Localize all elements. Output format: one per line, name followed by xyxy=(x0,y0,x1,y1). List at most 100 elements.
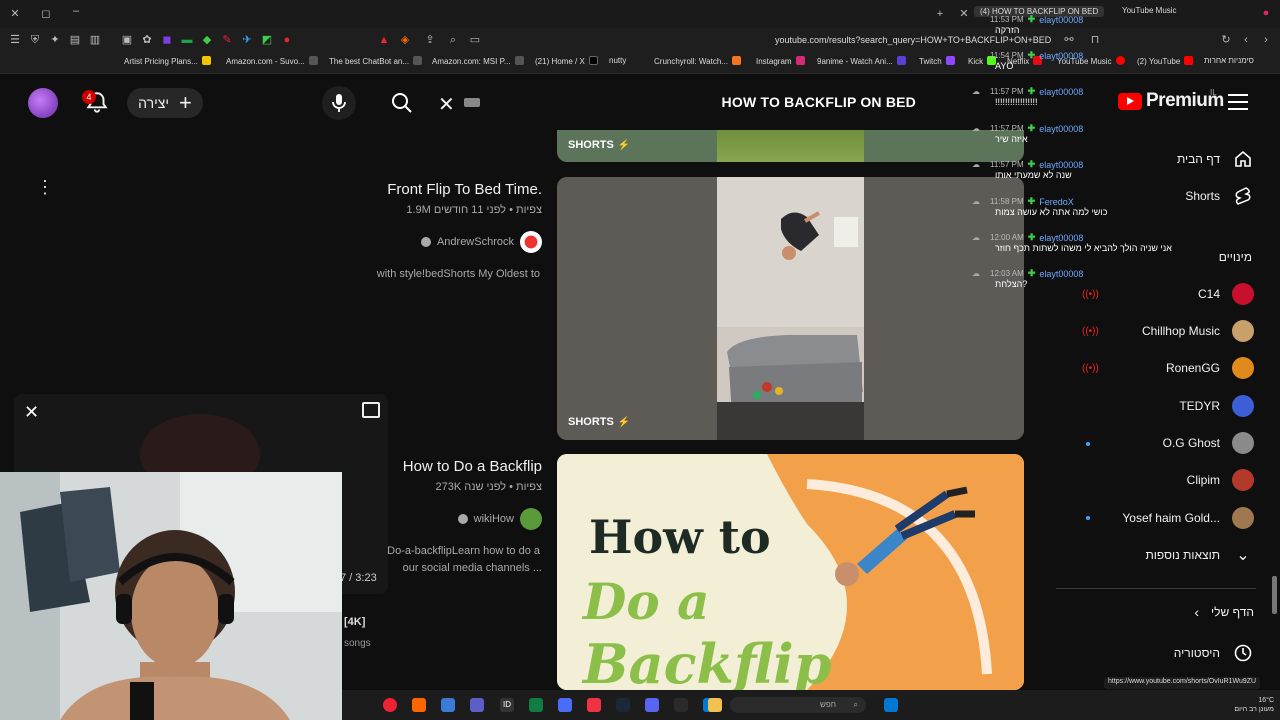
bookmark-item[interactable]: Crunchyroll: Watch... xyxy=(654,56,741,66)
extension-icon[interactable]: ✈ xyxy=(241,34,253,46)
bookmark-item[interactable]: nutty xyxy=(609,56,626,65)
sidebar-item-shorts[interactable]: Shorts xyxy=(1185,185,1254,207)
show-more-button[interactable]: תוצאות נוספות ⌄ xyxy=(1146,544,1255,566)
chat-avatar-icon: ☁ xyxy=(972,197,980,206)
subscription-item[interactable]: O.G Ghost xyxy=(1163,432,1254,454)
subscription-item[interactable]: C14 xyxy=(1198,283,1254,305)
bookmark-item[interactable]: 9anime - Watch Ani... xyxy=(817,56,906,66)
search-button[interactable] xyxy=(374,86,430,120)
bookmark-item[interactable]: Twitch xyxy=(919,56,955,66)
expand-miniplayer-icon[interactable] xyxy=(362,402,380,418)
reload-icon[interactable]: ↻ xyxy=(1220,34,1232,46)
voice-search-button[interactable] xyxy=(322,86,356,120)
shield-icon[interactable]: ⛨ xyxy=(29,34,41,46)
keyboard-icon[interactable] xyxy=(464,98,480,107)
warning-icon[interactable]: ▲ xyxy=(378,34,390,46)
video-description: our social media channels ... xyxy=(402,562,542,574)
tab-close-icon[interactable]: ✕ xyxy=(958,8,970,20)
search-input[interactable]: ✕ HOW TO BACKFLIP ON BED xyxy=(430,86,930,120)
subscription-item[interactable]: TEDYR xyxy=(1179,395,1254,417)
plus-icon: + xyxy=(178,90,192,115)
video-title[interactable]: Front Flip To Bed Time. xyxy=(387,181,542,198)
sidebar-toggle-icon[interactable]: ☰ xyxy=(9,34,21,46)
channel-avatar[interactable] xyxy=(520,508,542,530)
brave-icon[interactable] xyxy=(412,698,426,712)
extension-icon[interactable]: ▣ xyxy=(121,34,133,46)
video-title[interactable]: How to Do a Backflip xyxy=(403,458,542,475)
bookmark-item[interactable]: (21) Home / X xyxy=(535,56,598,66)
bookmark-item[interactable]: Instagram xyxy=(756,56,805,66)
address-bar[interactable]: youtube.com/results?search_query=HOW+TO+… xyxy=(775,35,1051,45)
link-icon[interactable]: ⚯ xyxy=(1063,34,1075,46)
live-icon: ((•)) xyxy=(1082,363,1099,374)
forward-icon[interactable]: › xyxy=(1260,34,1272,46)
sidebar-item-home[interactable]: דף הבית xyxy=(1177,148,1254,170)
clear-search-icon[interactable]: ✕ xyxy=(438,92,455,117)
teams-icon[interactable] xyxy=(470,698,484,712)
sidebar-item-you[interactable]: ‹ הדף שלי xyxy=(1194,604,1254,620)
xbox-icon[interactable] xyxy=(529,698,543,712)
discord-icon[interactable] xyxy=(645,698,659,712)
subscription-item[interactable]: Chillhop Music xyxy=(1142,320,1254,342)
tabs-icon[interactable]: ▤ xyxy=(69,34,81,46)
scrollbar[interactable] xyxy=(1272,576,1277,614)
more-options-icon[interactable]: ⋮ xyxy=(36,178,54,196)
extension-icon[interactable]: ● xyxy=(281,34,293,46)
sidebar-item-history[interactable]: היסטוריה xyxy=(1174,642,1254,664)
steam-icon[interactable] xyxy=(616,698,630,712)
minimize-icon[interactable]: – xyxy=(70,5,82,17)
windows-start-icon[interactable] xyxy=(884,698,898,712)
shorts-badge: SHORTS ⚡ xyxy=(568,416,631,428)
subscription-avatar xyxy=(1232,432,1254,454)
channel-link[interactable]: wikiHow xyxy=(457,508,542,530)
new-tab-icon[interactable]: + xyxy=(934,8,946,20)
video-thumbnail[interactable] xyxy=(557,177,1024,440)
video-thumbnail[interactable]: How to Do a Backflip xyxy=(557,454,1024,690)
close-miniplayer-icon[interactable]: ✕ xyxy=(24,402,39,423)
epic-games-icon[interactable] xyxy=(674,698,688,712)
brave-icon[interactable]: ◈ xyxy=(399,34,411,46)
bookmark-item[interactable]: Artist Pricing Plans... xyxy=(124,56,211,66)
share-icon[interactable]: ⇪ xyxy=(424,34,436,46)
panel-icon[interactable]: ▥ xyxy=(89,34,101,46)
media-icon[interactable] xyxy=(383,698,397,712)
extension-icon[interactable]: ✎ xyxy=(221,34,233,46)
extension-icon[interactable]: ◆ xyxy=(201,34,213,46)
subscription-item[interactable]: RonenGG xyxy=(1166,357,1254,379)
home-icon xyxy=(1232,148,1254,170)
profile-icon[interactable]: ● xyxy=(1260,7,1272,19)
bookmark-item[interactable]: The best ChatBot an... xyxy=(329,56,423,66)
back-icon[interactable]: ‹ xyxy=(1240,34,1252,46)
browser-menu-icon[interactable]: ◻ xyxy=(40,8,52,20)
bookmark-item[interactable]: Amazon.com - Suvo... xyxy=(226,56,318,66)
folder-icon[interactable] xyxy=(708,698,722,712)
screen-icon[interactable]: ▭ xyxy=(469,34,481,46)
chrome-icon[interactable] xyxy=(587,698,601,712)
app-icon[interactable] xyxy=(441,698,455,712)
app-icon[interactable]: ID xyxy=(500,698,514,712)
close-window-icon[interactable]: ✕ xyxy=(9,8,21,20)
verified-icon xyxy=(457,514,468,524)
extension-icon[interactable]: ✦ xyxy=(49,34,61,46)
thumbnail-text: Do a xyxy=(583,572,710,631)
subscription-item[interactable]: Yosef haim Gold... xyxy=(1122,507,1254,529)
bookmark-icon[interactable]: ⊓ xyxy=(1089,34,1101,46)
channel-link[interactable]: AndrewSchrock xyxy=(420,231,542,253)
app-icon[interactable] xyxy=(558,698,572,712)
channel-avatar[interactable] xyxy=(520,231,542,253)
taskbar-search[interactable]: חפש ⌕ xyxy=(730,697,866,713)
extension-icon[interactable]: ◼ xyxy=(161,34,173,46)
extension-icon[interactable]: ▬ xyxy=(181,34,193,46)
extension-icon[interactable]: ✿ xyxy=(141,34,153,46)
weather-widget[interactable]: 16°C מעונן רב היום xyxy=(1234,696,1274,714)
chat-avatar-icon: ☁ xyxy=(972,160,980,169)
avatar[interactable] xyxy=(28,88,58,118)
shorts-badge: SHORTS ⚡ xyxy=(568,139,631,151)
zoom-icon[interactable]: ⌕ xyxy=(447,34,459,46)
bookmark-item[interactable]: Amazon.com: MSI P... xyxy=(432,56,524,66)
subscription-item[interactable]: Clipim xyxy=(1187,469,1254,491)
create-button[interactable]: יצירה + xyxy=(127,88,203,118)
subscriptions-heading[interactable]: מינויים xyxy=(1219,250,1252,264)
extension-icon[interactable]: ◩ xyxy=(261,34,273,46)
video-meta: 273K צפיות • לפני שנה xyxy=(435,481,542,493)
